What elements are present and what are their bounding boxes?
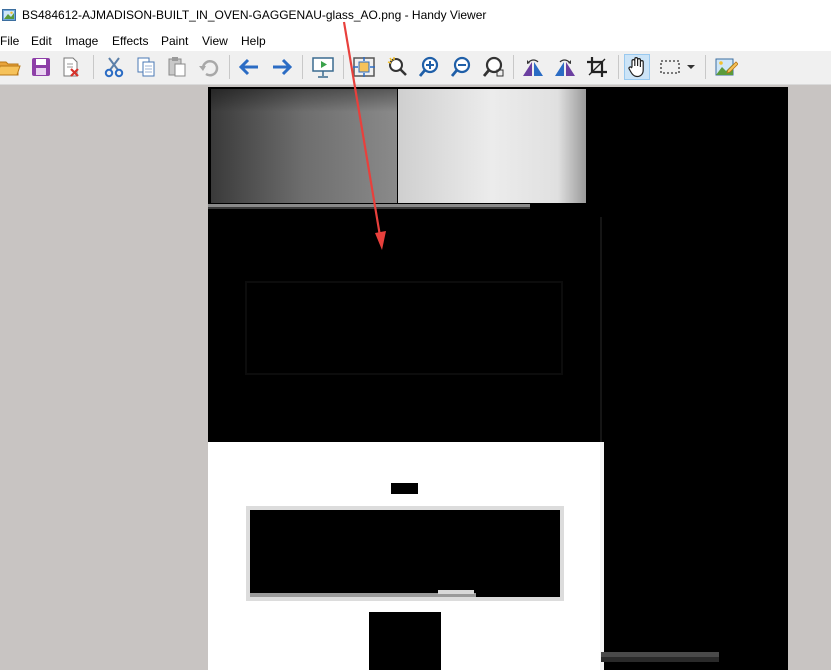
zoom-in-icon [417,56,441,78]
selection-button[interactable] [657,54,683,80]
zoom-in-button[interactable] [416,54,442,80]
zoom-actual-icon [481,56,505,78]
cut-icon [103,56,125,78]
menu-file[interactable]: File [0,34,19,48]
undo-icon [198,56,220,78]
back-arrow-icon [237,56,261,78]
close-file-icon [60,56,82,78]
slideshow-button[interactable] [310,54,336,80]
edit-image-icon [714,56,738,78]
hand-pan-button[interactable] [624,54,650,80]
zoom-out-button[interactable] [448,54,474,80]
selection-icon [659,56,681,78]
toolbar-separator [513,55,514,79]
save-button[interactable] [28,54,54,80]
hand-pan-icon [626,56,648,78]
toolbar-separator [302,55,303,79]
edit-image-button[interactable] [713,54,739,80]
paste-icon [166,56,188,78]
image-canvas[interactable] [208,87,788,670]
menu-edit[interactable]: Edit [31,34,52,48]
image-viewer-icon [2,8,16,22]
chevron-down-icon [686,62,696,72]
toolbar [0,51,831,85]
fit-to-window-icon [352,56,376,78]
zoom-actual-button[interactable] [480,54,506,80]
toolbar-separator [705,55,706,79]
open-folder-icon [0,57,21,77]
selection-dropdown[interactable] [684,54,698,80]
rotate-left-icon [521,56,545,78]
undo-button[interactable] [196,54,222,80]
toolbar-separator [343,55,344,79]
zoom-auto-button[interactable] [384,54,410,80]
rotate-right-button[interactable] [552,54,578,80]
slideshow-icon [311,56,335,78]
copy-icon [135,56,157,78]
cut-button[interactable] [101,54,127,80]
save-icon [30,56,52,78]
zoom-auto-icon [385,56,409,78]
rotate-right-icon [553,56,577,78]
back-button[interactable] [236,54,262,80]
toolbar-separator [93,55,94,79]
window-title: BS484612-AJMADISON-BUILT_IN_OVEN-GAGGENA… [22,8,487,22]
paste-button[interactable] [164,54,190,80]
menu-bar: File Edit Image Effects Paint View Help [0,31,831,51]
menu-paint[interactable]: Paint [161,34,188,48]
menu-image[interactable]: Image [65,34,98,48]
menu-view[interactable]: View [202,34,228,48]
crop-icon [586,56,610,78]
rotate-left-button[interactable] [520,54,546,80]
oven-ao-image [208,87,788,670]
toolbar-separator [229,55,230,79]
close-file-button[interactable] [58,54,84,80]
toolbar-separator [618,55,619,79]
fit-to-window-button[interactable] [351,54,377,80]
forward-button[interactable] [269,54,295,80]
title-bar: BS484612-AJMADISON-BUILT_IN_OVEN-GAGGENA… [0,0,831,31]
crop-button[interactable] [585,54,611,80]
zoom-out-icon [449,56,473,78]
forward-arrow-icon [270,56,294,78]
open-folder-button[interactable] [0,54,22,80]
menu-help[interactable]: Help [241,34,266,48]
copy-button[interactable] [133,54,159,80]
menu-effects[interactable]: Effects [112,34,148,48]
